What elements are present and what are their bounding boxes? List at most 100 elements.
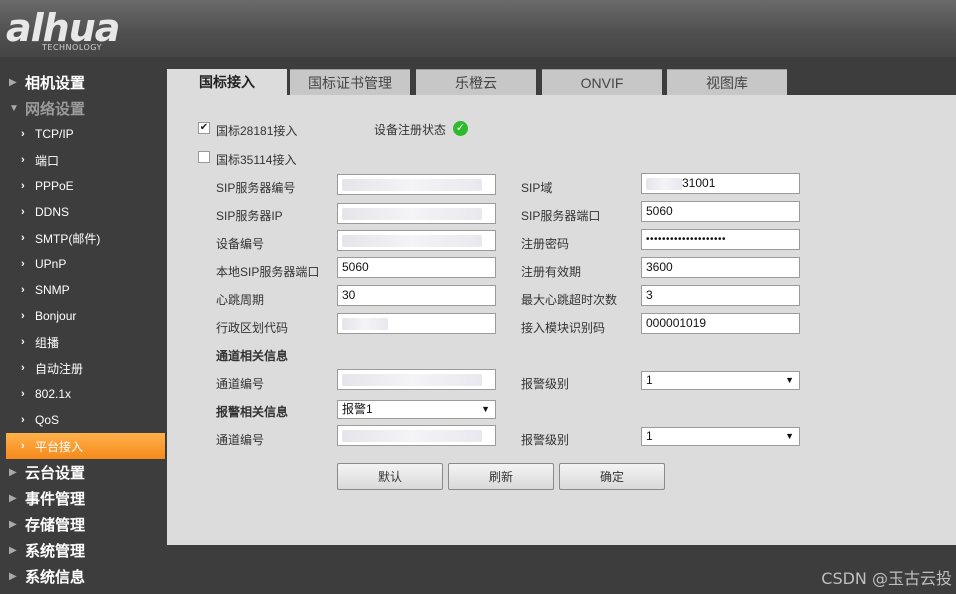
sidebar-item[interactable]: ▶ 相机设置: [0, 69, 167, 95]
sidebar-item-label: 相机设置: [25, 74, 86, 92]
sidebar-item[interactable]: › 平台接入: [6, 433, 165, 459]
gb28181-checkbox[interactable]: ✔: [198, 122, 210, 134]
reg-password-input[interactable]: ••••••••••••••••••••: [641, 229, 800, 250]
chevron-right-icon: ›: [21, 362, 25, 374]
sip-domain-input[interactable]: 31001: [641, 173, 800, 194]
sidebar-item[interactable]: › 自动注册: [0, 355, 167, 381]
sidebar-item[interactable]: ▶ 云台设置: [0, 459, 167, 485]
tab-gb-access[interactable]: 国标接入: [167, 69, 287, 95]
default-button[interactable]: 默认: [337, 463, 443, 490]
device-id-input[interactable]: [337, 230, 496, 251]
sidebar-item-label: 云台设置: [25, 464, 86, 482]
region-code-label: 行政区划代码: [216, 321, 289, 335]
sidebar-item[interactable]: › QoS: [0, 407, 167, 433]
sidebar-item-label: SNMP: [35, 283, 70, 297]
sidebar-item[interactable]: › 端口: [0, 147, 167, 173]
sidebar-item[interactable]: › UPnP: [0, 251, 167, 277]
sidebar-item-label: DDNS: [35, 205, 70, 219]
refresh-button[interactable]: 刷新: [448, 463, 554, 490]
caret-down-icon: ▼: [9, 102, 19, 114]
sidebar-item[interactable]: ▼ 网络设置: [0, 95, 167, 121]
sidebar-item-label: 事件管理: [25, 490, 86, 508]
sidebar-item[interactable]: › 组播: [0, 329, 167, 355]
caret-right-icon: ▶: [9, 544, 17, 556]
channel-alarm-level-select[interactable]: 1 ▼: [641, 371, 800, 390]
reg-status-label: 设备注册状态: [374, 123, 447, 137]
alarm-section-heading: 报警相关信息: [216, 405, 289, 419]
sidebar-item[interactable]: ▶ 事件管理: [0, 485, 167, 511]
chevron-down-icon: ▼: [785, 431, 794, 441]
access-module-id-input[interactable]: 000001019: [641, 313, 800, 334]
chevron-right-icon: ›: [21, 232, 25, 244]
chevron-right-icon: ›: [21, 336, 25, 348]
sidebar-item-label: 自动注册: [35, 361, 84, 376]
alarm-level-select[interactable]: 1 ▼: [641, 427, 800, 446]
alarm-select[interactable]: 报警1 ▼: [337, 400, 496, 419]
tab-onvif[interactable]: ONVIF: [542, 69, 662, 95]
sidebar-item[interactable]: › Bonjour: [0, 303, 167, 329]
check-circle-icon: ✓: [453, 121, 468, 136]
sidebar-item-label: 网络设置: [25, 100, 86, 118]
dahua-logo: alhua TECHNOLOGY: [6, 6, 156, 52]
sidebar-item-label: TCP/IP: [35, 127, 74, 141]
sidebar-item-label: 系统管理: [25, 542, 86, 560]
chevron-right-icon: ›: [21, 206, 25, 218]
chevron-right-icon: ›: [21, 258, 25, 270]
chevron-down-icon: ▼: [481, 404, 490, 414]
sip-server-port-label: SIP服务器端口: [521, 209, 601, 223]
max-heartbeat-timeout-input[interactable]: 3: [641, 285, 800, 306]
chevron-right-icon: ›: [21, 414, 25, 426]
sidebar-item-label: 平台接入: [35, 439, 84, 454]
reg-validity-input[interactable]: 3600: [641, 257, 800, 278]
region-code-input[interactable]: [337, 313, 496, 334]
sidebar-item-label: PPPoE: [35, 179, 74, 193]
sidebar-item[interactable]: ▶ 存储管理: [0, 511, 167, 537]
sip-server-port-input[interactable]: 5060: [641, 201, 800, 222]
chevron-right-icon: ›: [21, 180, 25, 192]
sip-server-id-input[interactable]: [337, 174, 496, 195]
sidebar-item[interactable]: ▶ 系统信息: [0, 563, 167, 589]
sidebar-item-label: 组播: [35, 335, 60, 350]
sidebar-item[interactable]: › DDNS: [0, 199, 167, 225]
reg-validity-label: 注册有效期: [521, 265, 582, 279]
alarm-channel-no-input[interactable]: [337, 425, 496, 446]
sidebar-item[interactable]: › 802.1x: [0, 381, 167, 407]
channel-section-heading: 通道相关信息: [216, 349, 289, 363]
sidebar-item[interactable]: ▶ 系统管理: [0, 537, 167, 563]
tab-gb-cert[interactable]: 国标证书管理: [290, 69, 410, 95]
chevron-right-icon: ›: [21, 128, 25, 140]
sidebar-item-label: 系统信息: [25, 568, 86, 586]
ok-button[interactable]: 确定: [559, 463, 665, 490]
channel-no-label: 通道编号: [216, 377, 265, 391]
sip-server-ip-input[interactable]: [337, 203, 496, 224]
caret-right-icon: ▶: [9, 466, 17, 478]
alarm-level-label: 报警级别: [521, 433, 570, 447]
tab-view-library[interactable]: 视图库: [667, 69, 787, 95]
local-sip-port-input[interactable]: 5060: [337, 257, 496, 278]
tab-lechange[interactable]: 乐橙云: [416, 69, 536, 95]
chevron-right-icon: ›: [21, 154, 25, 166]
chevron-right-icon: ›: [21, 284, 25, 296]
sidebar-item-label: 802.1x: [35, 387, 72, 401]
access-module-id-label: 接入模块识别码: [521, 321, 606, 335]
heartbeat-label: 心跳周期: [216, 293, 265, 307]
sip-domain-label: SIP域: [521, 181, 553, 195]
device-id-label: 设备编号: [216, 237, 265, 251]
sidebar-item-label: UPnP: [35, 257, 67, 271]
chevron-down-icon: ▼: [785, 375, 794, 385]
sidebar-item[interactable]: › TCP/IP: [0, 121, 167, 147]
chevron-right-icon: ›: [21, 440, 25, 452]
sidebar-item[interactable]: › PPPoE: [0, 173, 167, 199]
header-bar: alhua TECHNOLOGY: [0, 0, 956, 57]
heartbeat-input[interactable]: 30: [337, 285, 496, 306]
sidebar-item[interactable]: › SMTP(邮件): [0, 225, 167, 251]
gb35114-checkbox[interactable]: [198, 151, 210, 163]
caret-right-icon: ▶: [9, 76, 17, 88]
sidebar-item[interactable]: › SNMP: [0, 277, 167, 303]
sidebar-item-label: 存储管理: [25, 516, 86, 534]
alarm-channel-no-label: 通道编号: [216, 433, 265, 447]
gb28181-label: 国标28181接入: [216, 124, 298, 138]
sidebar-item-label: Bonjour: [35, 309, 77, 323]
sidebar: ▶ 相机设置 ▼ 网络设置 › TCP/IP › 端口 › PPPoE › DDNS › SMTP(邮件)…: [0, 57, 167, 594]
channel-no-input[interactable]: [337, 369, 496, 390]
